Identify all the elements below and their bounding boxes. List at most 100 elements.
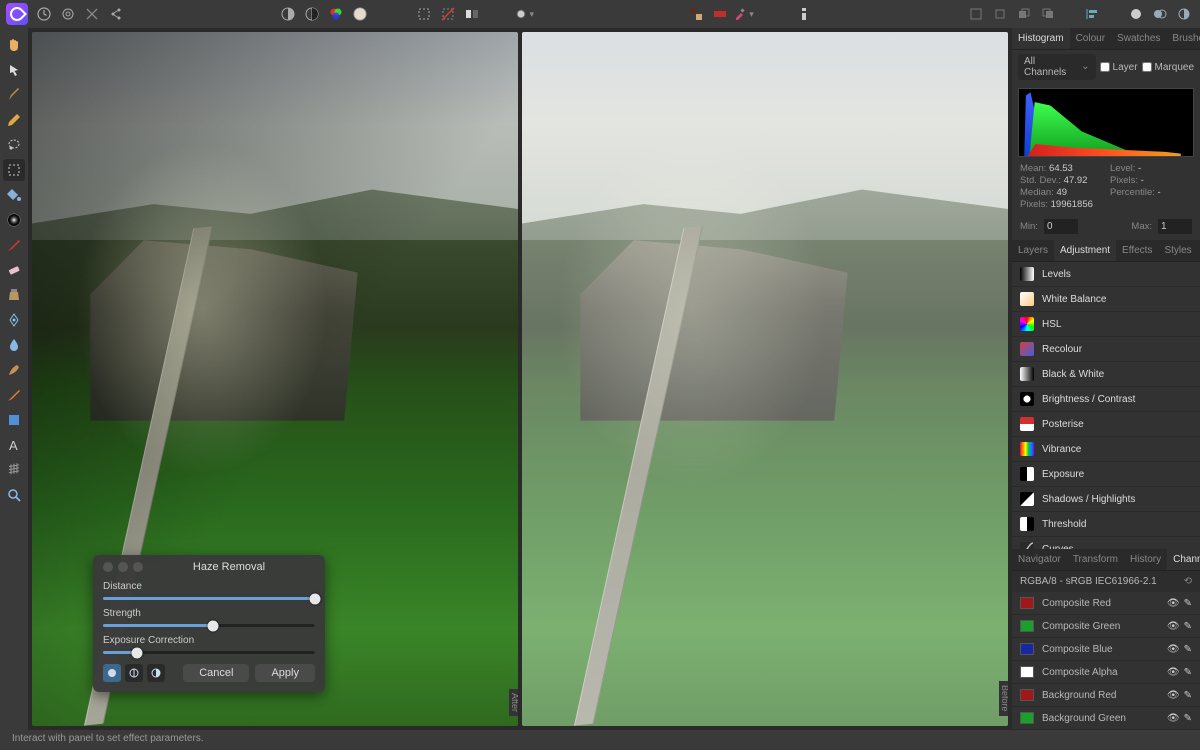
histogram-min-input[interactable] xyxy=(1044,219,1078,234)
red-brush-tool[interactable] xyxy=(3,234,25,256)
arrange-1-icon[interactable] xyxy=(966,4,986,24)
histogram-layer-checkbox[interactable]: Layer xyxy=(1100,62,1138,73)
arrange-3-icon[interactable] xyxy=(1014,4,1034,24)
adjustment-black-white[interactable]: Black & White xyxy=(1012,362,1200,387)
channel-composite-green[interactable]: Composite Green👁✎ xyxy=(1012,615,1200,638)
cancel-button[interactable]: Cancel xyxy=(183,664,249,682)
apply-button[interactable]: Apply xyxy=(255,664,315,682)
rgb-icon[interactable] xyxy=(326,4,346,24)
histogram-channel-select[interactable]: All Channels xyxy=(1018,54,1096,80)
preview-mirror-icon[interactable] xyxy=(147,664,165,682)
channel-visibility-icon[interactable]: 👁 xyxy=(1167,667,1180,678)
channels-reset-icon[interactable]: ⟲ xyxy=(1184,576,1192,587)
preview-full-icon[interactable] xyxy=(103,664,121,682)
contrast-icon[interactable] xyxy=(302,4,322,24)
swatch-b-icon[interactable] xyxy=(710,4,730,24)
channel-edit-icon[interactable]: ✎ xyxy=(1184,713,1192,724)
channel-edit-icon[interactable]: ✎ xyxy=(1184,667,1192,678)
view-before[interactable]: Before xyxy=(522,32,1008,726)
histogram-marquee-checkbox[interactable]: Marquee xyxy=(1142,62,1194,73)
eraser-tool[interactable] xyxy=(3,259,25,281)
smudge-tool[interactable] xyxy=(3,359,25,381)
pen-tool[interactable] xyxy=(3,309,25,331)
slider-exposure-correction[interactable] xyxy=(103,651,315,654)
tab-swatches[interactable]: Swatches xyxy=(1111,28,1166,49)
compare-icon[interactable] xyxy=(82,4,102,24)
adjustment-shadows-highlights[interactable]: Shadows / Highlights xyxy=(1012,487,1200,512)
slider-distance[interactable] xyxy=(103,597,315,600)
channel-composite-alpha[interactable]: Composite Alpha👁✎ xyxy=(1012,661,1200,684)
tab-styles[interactable]: Styles xyxy=(1158,240,1197,261)
pointer-tool[interactable] xyxy=(3,59,25,81)
adjustment-white-balance[interactable]: White Balance xyxy=(1012,287,1200,312)
orange-brush-tool[interactable] xyxy=(3,384,25,406)
adjustment-exposure[interactable]: Exposure xyxy=(1012,462,1200,487)
fx-a-icon[interactable] xyxy=(1126,4,1146,24)
tab-brushes[interactable]: Brushes xyxy=(1166,28,1200,49)
channel-visibility-icon[interactable]: 👁 xyxy=(1167,598,1180,609)
channel-edit-icon[interactable]: ✎ xyxy=(1184,598,1192,609)
shape-tool[interactable] xyxy=(3,409,25,431)
split-icon[interactable] xyxy=(462,4,482,24)
channel-edit-icon[interactable]: ✎ xyxy=(1184,621,1192,632)
tab-histogram[interactable]: Histogram xyxy=(1012,28,1070,49)
channel-background-red[interactable]: Background Red👁✎ xyxy=(1012,684,1200,707)
halftone-icon[interactable] xyxy=(278,4,298,24)
clone-tool[interactable] xyxy=(3,284,25,306)
adjustment-hsl[interactable]: HSL xyxy=(1012,312,1200,337)
fx-b-icon[interactable] xyxy=(1150,4,1170,24)
channel-visibility-icon[interactable]: 👁 xyxy=(1167,690,1180,701)
clock-icon[interactable] xyxy=(34,4,54,24)
brush-tool[interactable] xyxy=(3,84,25,106)
adjustment-recolour[interactable]: Recolour xyxy=(1012,337,1200,362)
arrange-2-icon[interactable] xyxy=(990,4,1010,24)
arrange-4-icon[interactable] xyxy=(1038,4,1058,24)
pencil-tool[interactable] xyxy=(3,109,25,131)
blur-tool[interactable] xyxy=(3,334,25,356)
adjustment-threshold[interactable]: Threshold xyxy=(1012,512,1200,537)
channel-composite-blue[interactable]: Composite Blue👁✎ xyxy=(1012,638,1200,661)
text-tool[interactable]: A xyxy=(3,434,25,456)
tab-channels[interactable]: Channels xyxy=(1167,549,1200,570)
tab-transform[interactable]: Transform xyxy=(1067,549,1124,570)
channel-visibility-icon[interactable]: 👁 xyxy=(1167,713,1180,724)
adjustment-brightness-contrast[interactable]: Brightness / Contrast xyxy=(1012,387,1200,412)
tone-icon[interactable] xyxy=(350,4,370,24)
adjustment-vibrance[interactable]: Vibrance xyxy=(1012,437,1200,462)
fill-tool[interactable] xyxy=(3,184,25,206)
channel-visibility-icon[interactable]: 👁 xyxy=(1167,621,1180,632)
adjustment-curves[interactable]: Curves xyxy=(1012,537,1200,549)
slider-strength[interactable] xyxy=(103,624,315,627)
disable-selection-icon[interactable] xyxy=(438,4,458,24)
align-icon[interactable] xyxy=(1082,4,1102,24)
channel-composite-red[interactable]: Composite Red👁✎ xyxy=(1012,592,1200,615)
channel-background-green[interactable]: Background Green👁✎ xyxy=(1012,707,1200,730)
tab-history[interactable]: History xyxy=(1124,549,1167,570)
preview-split-icon[interactable] xyxy=(125,664,143,682)
hand-tool[interactable] xyxy=(3,34,25,56)
channel-edit-icon[interactable]: ✎ xyxy=(1184,644,1192,655)
app-icon[interactable] xyxy=(6,3,28,25)
lasso-tool[interactable] xyxy=(3,134,25,156)
marquee-dotted-icon[interactable] xyxy=(414,4,434,24)
eyedropper-dropdown[interactable] xyxy=(734,4,754,24)
color-picker-tool[interactable] xyxy=(3,209,25,231)
tab-colour[interactable]: Colour xyxy=(1070,28,1111,49)
adjustment-posterise[interactable]: Posterise xyxy=(1012,412,1200,437)
channel-visibility-icon[interactable]: 👁 xyxy=(1167,644,1180,655)
channel-edit-icon[interactable]: ✎ xyxy=(1184,690,1192,701)
tab-effects[interactable]: Effects xyxy=(1116,240,1158,261)
info-icon[interactable] xyxy=(794,4,814,24)
fx-c-icon[interactable] xyxy=(1174,4,1194,24)
target-icon[interactable] xyxy=(58,4,78,24)
zoom-tool[interactable] xyxy=(3,484,25,506)
tab-navigator[interactable]: Navigator xyxy=(1012,549,1067,570)
grid-tool[interactable] xyxy=(3,459,25,481)
histogram-max-input[interactable] xyxy=(1158,219,1192,234)
window-traffic-lights[interactable] xyxy=(103,562,143,572)
tab-layers[interactable]: Layers xyxy=(1012,240,1054,261)
tab-adjustment[interactable]: Adjustment xyxy=(1054,240,1116,261)
quickmask-dropdown[interactable] xyxy=(514,4,534,24)
share-icon[interactable] xyxy=(106,4,126,24)
adjustment-levels[interactable]: Levels xyxy=(1012,262,1200,287)
